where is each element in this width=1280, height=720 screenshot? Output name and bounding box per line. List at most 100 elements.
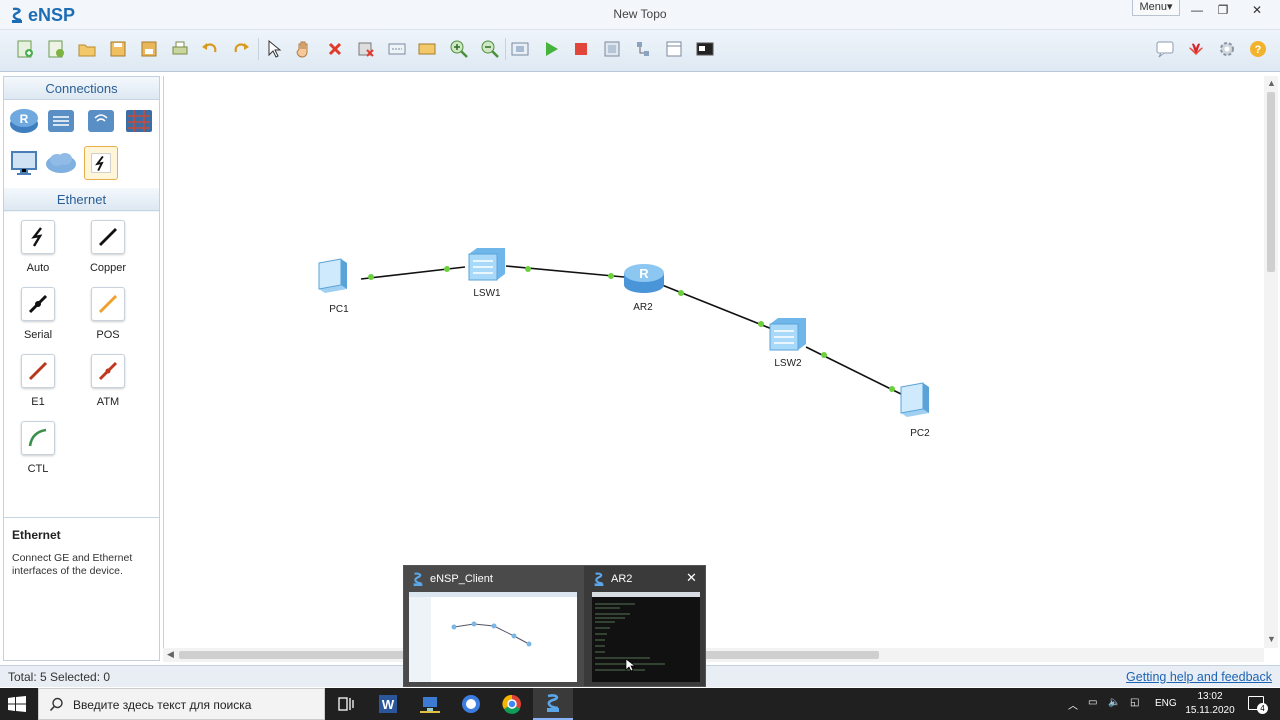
- description-title: Ethernet: [12, 528, 61, 542]
- add-text-button[interactable]: [386, 38, 408, 60]
- language-indicator[interactable]: ENG: [1155, 698, 1177, 709]
- task-view-icon[interactable]: [326, 688, 366, 720]
- port-indicator: [368, 274, 374, 280]
- cable-pos[interactable]: [91, 287, 125, 321]
- vertical-scrollbar[interactable]: ▲ ▼: [1264, 76, 1278, 648]
- chrome-app-icon[interactable]: [492, 688, 532, 720]
- network-app-icon[interactable]: [410, 688, 450, 720]
- help-button[interactable]: ?: [1247, 38, 1269, 60]
- cable-ctl[interactable]: [21, 421, 55, 455]
- notifications-icon[interactable]: 4: [1248, 696, 1268, 714]
- menu-button[interactable]: Menu▾: [1132, 0, 1180, 16]
- delete-button[interactable]: [324, 38, 346, 60]
- link-lsw1-ar2[interactable]: [505, 265, 625, 278]
- port-indicator: [821, 352, 827, 358]
- cable-atm[interactable]: [91, 354, 125, 388]
- cable-auto[interactable]: [21, 220, 55, 254]
- cable-e1[interactable]: [21, 354, 55, 388]
- close-button[interactable]: ✕: [1245, 2, 1269, 18]
- zoom-out-button[interactable]: [479, 38, 501, 60]
- undo-icon: [202, 43, 217, 53]
- redo-button[interactable]: [230, 38, 252, 60]
- scroll-down-icon[interactable]: ▼: [1267, 634, 1276, 644]
- wlan-icon[interactable]: [84, 104, 118, 138]
- chat-icon: [1156, 41, 1174, 58]
- router-icon[interactable]: R: [7, 104, 41, 138]
- start-device-button[interactable]: [540, 38, 562, 60]
- clock-time[interactable]: 13:02: [1190, 691, 1230, 702]
- save-button[interactable]: [107, 38, 129, 60]
- cable-label: POS: [96, 329, 120, 341]
- clock-date[interactable]: 15.11.2020: [1184, 705, 1236, 716]
- print-button[interactable]: [169, 38, 191, 60]
- fit-button[interactable]: [509, 38, 531, 60]
- horizontal-scrollbar[interactable]: ◀: [163, 648, 1264, 662]
- undo-button[interactable]: [199, 38, 221, 60]
- topology-icon: [637, 42, 649, 56]
- grid-button[interactable]: [663, 38, 685, 60]
- ensp-app-icon[interactable]: [533, 688, 573, 720]
- settings-button[interactable]: [1216, 38, 1238, 60]
- battery-icon[interactable]: ▭: [1088, 697, 1097, 708]
- open-button[interactable]: [76, 38, 98, 60]
- console-button[interactable]: [694, 38, 716, 60]
- switch-icon: [468, 248, 505, 281]
- node-pc1[interactable]: PC1: [318, 258, 349, 315]
- topology-diagram: PC1 LSW1 R AR2 LSW2 PC2: [318, 248, 930, 439]
- show-hidden-icons[interactable]: ︿: [1068, 697, 1078, 712]
- new-topo-button[interactable]: [14, 38, 36, 60]
- firewall-icon[interactable]: [122, 104, 156, 138]
- preview-image: [409, 592, 577, 682]
- serial-cable-icon: [28, 294, 48, 314]
- capture-button[interactable]: [601, 38, 623, 60]
- svg-text:W: W: [382, 697, 395, 712]
- preview-ensp-client[interactable]: eNSP_Client: [404, 566, 584, 686]
- node-pc2[interactable]: PC2: [900, 382, 930, 439]
- forum-button[interactable]: [1154, 38, 1176, 60]
- new-example-button[interactable]: [45, 38, 67, 60]
- scroll-thumb[interactable]: [1267, 92, 1275, 272]
- volume-icon[interactable]: 🔈: [1108, 697, 1120, 708]
- word-app-icon[interactable]: W: [368, 688, 408, 720]
- cable-category-icon[interactable]: [84, 146, 118, 180]
- huawei-button[interactable]: [1185, 38, 1207, 60]
- browser-app-icon[interactable]: [451, 688, 491, 720]
- port-indicator: [444, 266, 450, 272]
- switch-icon[interactable]: [44, 104, 78, 138]
- cable-copper[interactable]: [91, 220, 125, 254]
- add-shape-button[interactable]: [416, 38, 438, 60]
- stop-device-button[interactable]: [570, 38, 592, 60]
- restore-button[interactable]: ❐: [1211, 2, 1235, 18]
- pc-icon[interactable]: [7, 146, 41, 180]
- delete-all-connections-button[interactable]: [355, 38, 377, 60]
- windows-start-icon[interactable]: [8, 696, 26, 712]
- scroll-up-icon[interactable]: ▲: [1267, 78, 1276, 88]
- cable-label: Copper: [89, 262, 127, 274]
- device-panel: Connections R Ethernet Auto Copper Seria…: [3, 76, 160, 661]
- close-preview-icon[interactable]: ✕: [686, 570, 697, 586]
- link-lsw2-pc2[interactable]: [805, 346, 904, 396]
- node-lsw1[interactable]: LSW1: [468, 248, 505, 299]
- minimize-button[interactable]: —: [1185, 2, 1209, 18]
- cloud-icon[interactable]: [44, 146, 78, 180]
- topology-canvas[interactable]: PC1 LSW1 R AR2 LSW2 PC2: [163, 76, 1264, 648]
- device-categories: R: [4, 100, 159, 188]
- node-ar2[interactable]: R AR2: [624, 264, 664, 313]
- save-as-button[interactable]: [138, 38, 160, 60]
- pc-icon: [318, 258, 347, 293]
- svg-text:R: R: [639, 266, 649, 281]
- pan-button[interactable]: [293, 38, 315, 60]
- cable-serial[interactable]: [21, 287, 55, 321]
- preview-ar2[interactable]: AR2 ✕: [587, 566, 705, 686]
- taskbar-preview-popup: eNSP_Client AR2 ✕: [403, 565, 706, 687]
- zoom-in-button[interactable]: [448, 38, 470, 60]
- topology-button[interactable]: [632, 38, 654, 60]
- taskbar-search-box[interactable]: Введите здесь текст для поиска: [38, 688, 325, 720]
- node-lsw2[interactable]: LSW2: [769, 318, 806, 369]
- network-icon[interactable]: ◱: [1130, 697, 1139, 708]
- select-button[interactable]: [262, 38, 284, 60]
- help-feedback-link[interactable]: Getting help and feedback: [1126, 670, 1272, 684]
- toolbar: ?: [0, 30, 1280, 72]
- open-folder-icon: [78, 44, 96, 57]
- scroll-left-icon[interactable]: ◀: [167, 649, 174, 660]
